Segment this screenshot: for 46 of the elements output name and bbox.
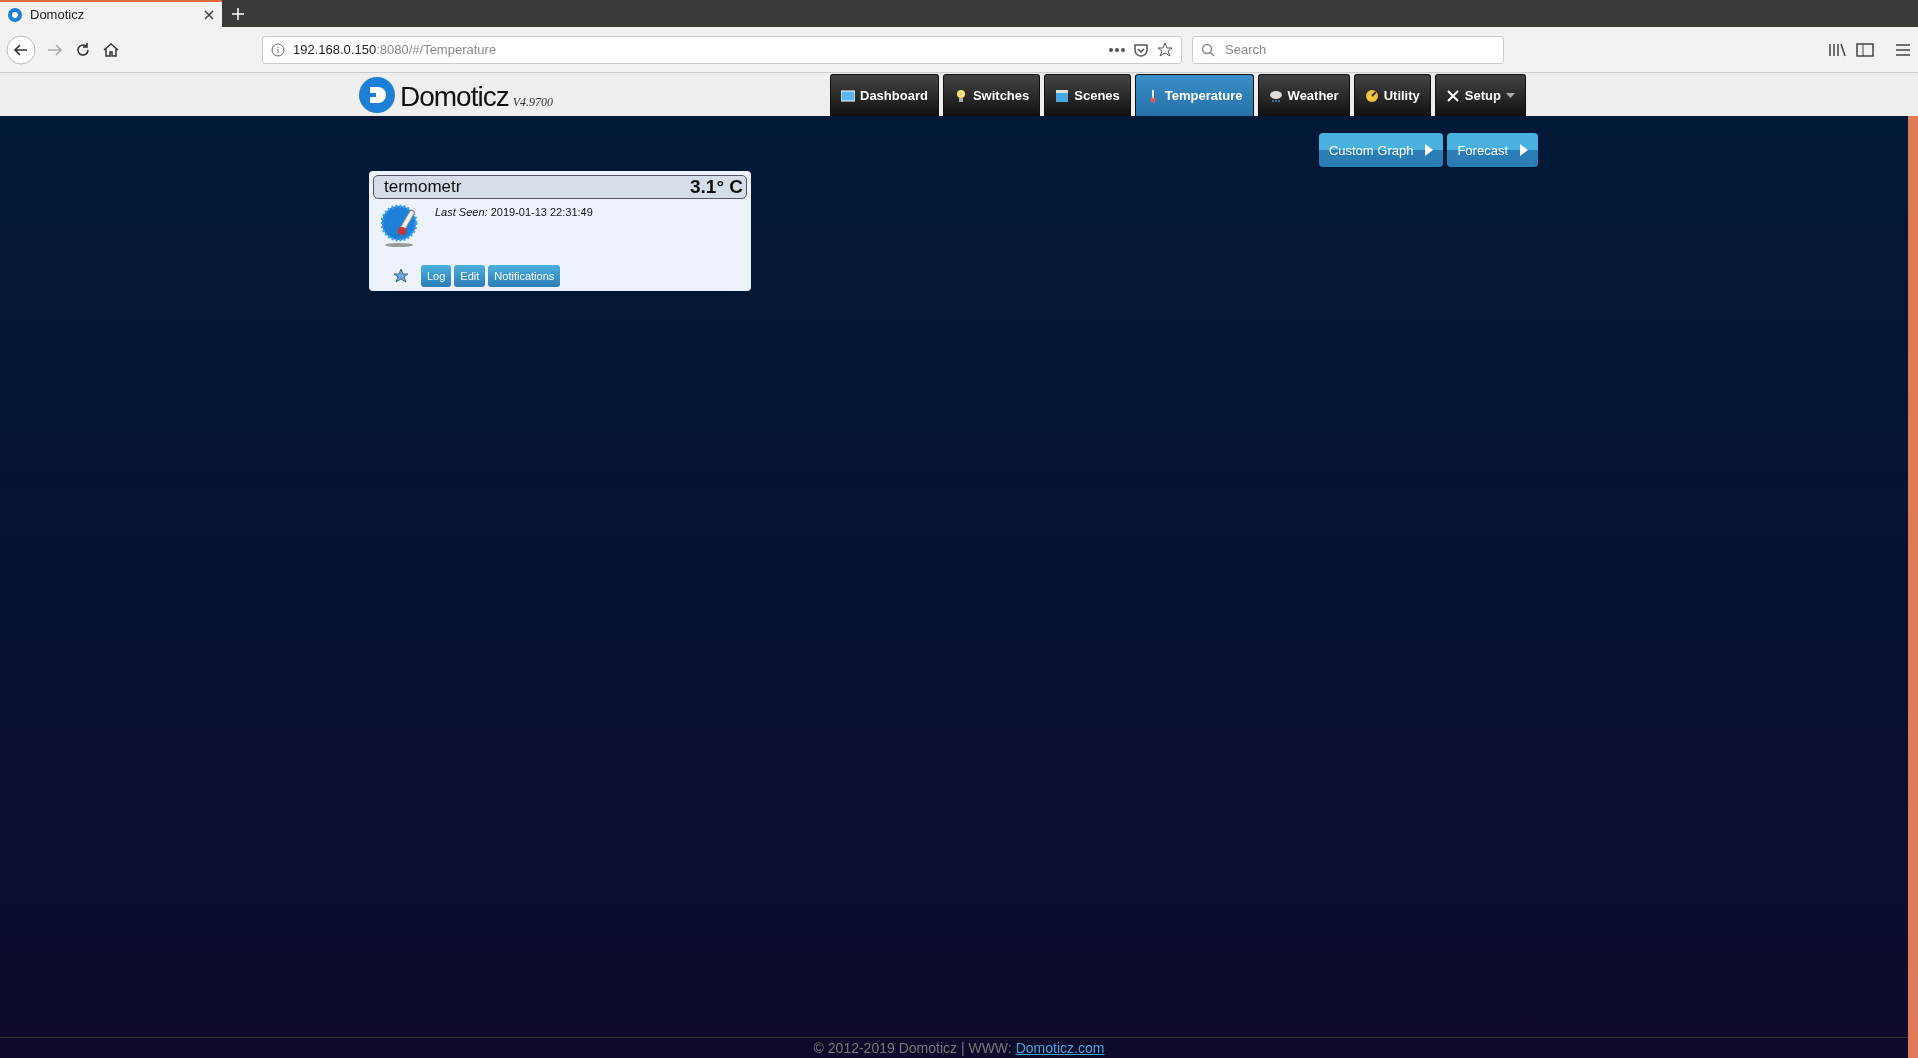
address-bar[interactable]: 192.168.0.150:8080/#/Temperature: [262, 35, 1182, 64]
info-icon: [271, 42, 285, 57]
url-host: 192.168.0.150: [293, 42, 377, 57]
play-icon: [1520, 144, 1528, 156]
copyright-text: © 2012-2019 Domoticz | WWW:: [813, 1040, 1012, 1056]
play-icon: [1425, 144, 1434, 156]
library-icon[interactable]: [1828, 41, 1846, 58]
cloud-icon: [1268, 88, 1283, 103]
nav-tab[interactable]: Dashboard: [830, 74, 939, 116]
action-button[interactable]: Forecast: [1447, 133, 1538, 167]
menu-icon[interactable]: [1894, 41, 1912, 58]
site-logo-icon: [8, 7, 22, 22]
browser-tab[interactable]: Domoticz: [0, 0, 222, 27]
more-icon[interactable]: [1109, 46, 1125, 53]
screen-icon: [841, 88, 855, 103]
nav-tab[interactable]: Scenes: [1044, 74, 1131, 116]
device-name: termometr: [384, 177, 462, 197]
search-icon: [1201, 42, 1215, 57]
nav-tab[interactable]: Setup: [1434, 74, 1526, 116]
close-icon[interactable]: [204, 9, 214, 20]
temperature-value: 3.1° C: [690, 176, 743, 198]
new-tab-icon[interactable]: [232, 8, 244, 20]
last-seen-text: Last Seen: 2019-01-13 22:31:49: [435, 205, 593, 220]
reload-icon[interactable]: [74, 40, 92, 59]
version-text: V4.9700: [512, 95, 554, 110]
sidebar-icon[interactable]: [1856, 41, 1874, 58]
logo-icon: [358, 76, 396, 114]
tab-title: Domoticz: [30, 7, 86, 22]
nav-tab[interactable]: Switches: [942, 74, 1041, 116]
home-icon[interactable]: [102, 40, 120, 59]
search-field[interactable]: Search: [1192, 35, 1504, 64]
clapperboard-icon: [1055, 88, 1070, 103]
favorite-star-icon[interactable]: [393, 268, 409, 284]
website-link[interactable]: Domoticz.com: [1015, 1040, 1105, 1056]
gauge-icon: [1364, 88, 1379, 103]
url-path: :8080/#/Temperature: [376, 42, 497, 57]
nav-tab[interactable]: Weather: [1257, 74, 1350, 116]
pocket-icon[interactable]: [1133, 41, 1149, 58]
star-icon[interactable]: [1157, 41, 1173, 58]
logo-text: Domoticz: [400, 80, 509, 114]
back-icon[interactable]: [6, 34, 36, 65]
scrollbar[interactable]: [1908, 116, 1918, 1058]
tools-icon: [1445, 88, 1460, 103]
action-button[interactable]: Custom Graph: [1318, 133, 1444, 167]
nav-tab[interactable]: Temperature: [1134, 74, 1254, 116]
nav-tab[interactable]: Utility: [1353, 74, 1431, 116]
